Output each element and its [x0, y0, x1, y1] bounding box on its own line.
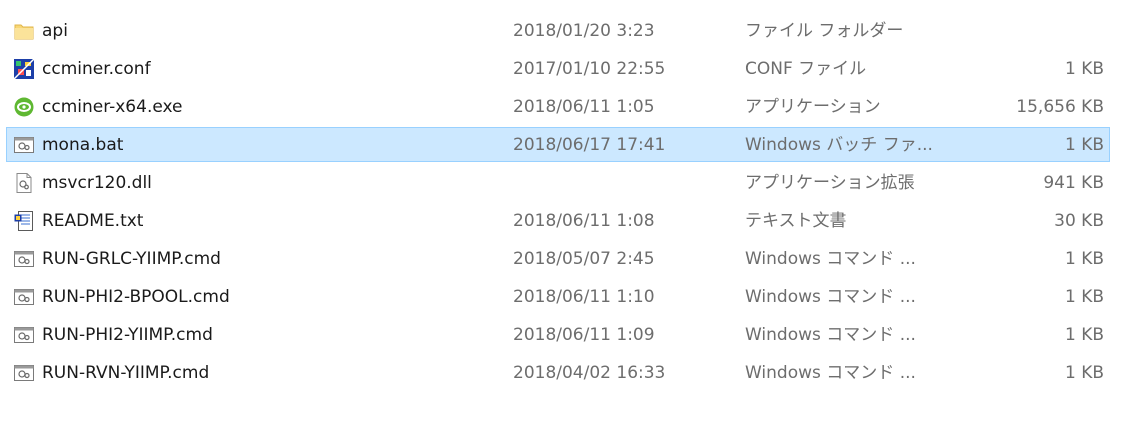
file-date: 2018/06/11 1:05	[513, 97, 655, 117]
cmd-file-icon	[14, 325, 34, 345]
file-size: 1 KB	[1064, 135, 1104, 155]
file-size: 1 KB	[1064, 363, 1104, 383]
file-size: 1 KB	[1064, 59, 1104, 79]
dll-file-icon	[14, 173, 34, 193]
file-name: ccminer-x64.exe	[42, 97, 183, 117]
file-type: Windows バッチ ファ...	[745, 135, 933, 155]
file-size: 1 KB	[1064, 287, 1104, 307]
file-date: 2017/01/10 22:55	[513, 59, 666, 79]
file-row-ccminer-x64-exe[interactable]: ccminer-x64.exe 2018/06/11 1:05 アプリケーション…	[0, 88, 1134, 126]
file-type: Windows コマンド ...	[745, 287, 916, 307]
file-row-readme-txt[interactable]: README.txt 2018/06/11 1:08 テキスト文書 30 KB	[0, 202, 1134, 240]
batch-file-icon	[14, 135, 34, 155]
file-type: アプリケーション	[745, 97, 881, 117]
file-type: CONF ファイル	[745, 59, 867, 79]
file-list: api 2018/01/20 3:23 ファイル フォルダー ccminer.c…	[0, 12, 1134, 392]
file-row-ccminer-conf[interactable]: ccminer.conf 2017/01/10 22:55 CONF ファイル …	[0, 50, 1134, 88]
file-type: Windows コマンド ...	[745, 325, 916, 345]
file-row-mona-bat[interactable]: mona.bat 2018/06/17 17:41 Windows バッチ ファ…	[0, 126, 1134, 164]
file-name: mona.bat	[42, 135, 124, 155]
file-name: api	[42, 21, 68, 41]
file-size: 1 KB	[1064, 325, 1104, 345]
file-row-run-grlc-yiimp-cmd[interactable]: RUN-GRLC-YIIMP.cmd 2018/05/07 2:45 Windo…	[0, 240, 1134, 278]
file-type: アプリケーション拡張	[745, 173, 915, 193]
cmd-file-icon	[14, 363, 34, 383]
file-name: README.txt	[42, 211, 144, 231]
file-name: RUN-RVN-YIIMP.cmd	[42, 363, 210, 383]
file-date: 2018/05/07 2:45	[513, 249, 655, 269]
cmd-file-icon	[14, 287, 34, 307]
file-type: Windows コマンド ...	[745, 249, 916, 269]
file-size: 15,656 KB	[1016, 97, 1104, 117]
file-date: 2018/06/11 1:08	[513, 211, 655, 231]
file-date: 2018/06/11 1:09	[513, 325, 655, 345]
file-row-run-phi2-bpool-cmd[interactable]: RUN-PHI2-BPOOL.cmd 2018/06/11 1:10 Windo…	[0, 278, 1134, 316]
nvidia-app-icon	[14, 97, 34, 117]
file-date: 2018/01/20 3:23	[513, 21, 655, 41]
file-type: Windows コマンド ...	[745, 363, 916, 383]
file-type: ファイル フォルダー	[745, 21, 904, 41]
file-date: 2018/04/02 16:33	[513, 363, 666, 383]
file-row-msvcr120-dll[interactable]: msvcr120.dll アプリケーション拡張 941 KB	[0, 164, 1134, 202]
cmd-file-icon	[14, 249, 34, 269]
file-row-run-phi2-yiimp-cmd[interactable]: RUN-PHI2-YIIMP.cmd 2018/06/11 1:09 Windo…	[0, 316, 1134, 354]
file-name: ccminer.conf	[42, 59, 151, 79]
folder-icon	[14, 21, 34, 41]
file-size: 1 KB	[1064, 249, 1104, 269]
file-size: 941 KB	[1043, 173, 1104, 193]
file-name: RUN-PHI2-YIIMP.cmd	[42, 325, 213, 345]
file-name: RUN-PHI2-BPOOL.cmd	[42, 287, 230, 307]
file-size: 30 KB	[1054, 211, 1104, 231]
file-date: 2018/06/11 1:10	[513, 287, 655, 307]
file-name: RUN-GRLC-YIIMP.cmd	[42, 249, 221, 269]
file-row-api[interactable]: api 2018/01/20 3:23 ファイル フォルダー	[0, 12, 1134, 50]
file-row-run-rvn-yiimp-cmd[interactable]: RUN-RVN-YIIMP.cmd 2018/04/02 16:33 Windo…	[0, 354, 1134, 392]
file-date: 2018/06/17 17:41	[513, 135, 666, 155]
conf-file-icon	[14, 59, 34, 79]
file-name: msvcr120.dll	[42, 173, 152, 193]
text-file-icon	[14, 211, 34, 231]
file-type: テキスト文書	[745, 211, 847, 231]
